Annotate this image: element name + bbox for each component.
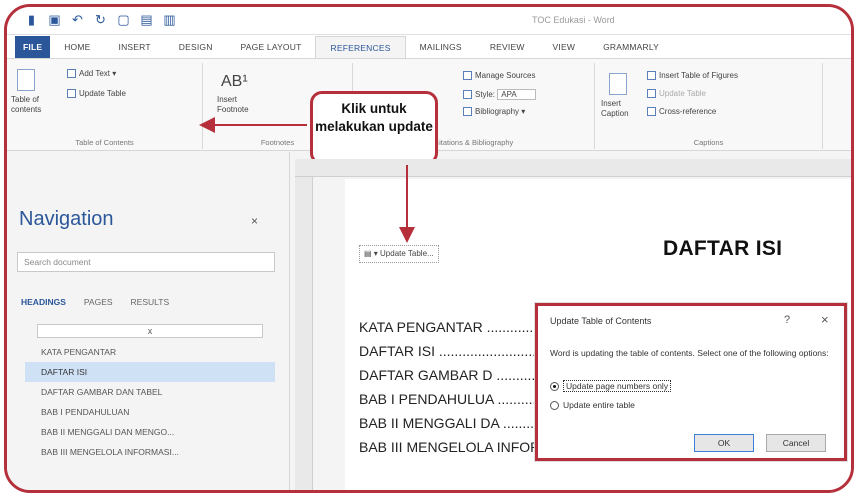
save-icon[interactable]: ▣	[48, 13, 61, 26]
bibliography-button[interactable]: Bibliography ▾	[463, 107, 525, 117]
radio-selected-icon[interactable]	[550, 381, 559, 391]
update-table-button[interactable]: Update Table	[67, 89, 126, 99]
dialog-message: Word is updating the table of contents. …	[550, 348, 829, 358]
redo-icon[interactable]: ↻	[94, 13, 107, 26]
list-item[interactable]: BAB I PENDAHULUAN	[25, 402, 275, 422]
group-label-captions: Captions	[693, 138, 724, 147]
tab-file[interactable]: FILE	[15, 36, 51, 58]
vertical-ruler	[295, 177, 313, 490]
style-icon	[463, 90, 472, 100]
manage-sources-icon	[463, 71, 472, 81]
navigation-pane: Navigation × Search document HEADINGS PA…	[7, 152, 290, 490]
tab-review[interactable]: REVIEW	[476, 36, 539, 58]
list-item[interactable]: BAB II MENGGALI DAN MENGO...	[25, 422, 275, 442]
heading-list: KATA PENGANTAR DAFTAR ISI DAFTAR GAMBAR …	[25, 342, 275, 462]
ribbon-tabs: FILE HOME INSERT DESIGN PAGE LAYOUT REFE…	[7, 35, 851, 59]
insert-table-of-figures-button[interactable]: Insert Table of Figures	[647, 71, 738, 81]
window-title: TOC Edukasi - Word	[532, 15, 615, 25]
cancel-button[interactable]: Cancel	[766, 434, 826, 452]
word-icon: ▮	[27, 12, 36, 27]
update-toc-dialog: Update Table of Contents ? × Word is upd…	[535, 303, 847, 461]
navigation-title: Navigation	[19, 208, 114, 230]
title-bar: ▮ ▣ ↶ ↻ ▢ ▤ ▥ TOC Edukasi - Word	[7, 7, 851, 35]
add-text-button[interactable]: Add Text ▾	[67, 69, 116, 79]
list-item[interactable]: BAB III MENGELOLA INFORMASI...	[25, 442, 275, 462]
table-of-contents-icon	[17, 69, 35, 91]
update-table-icon	[67, 89, 76, 99]
tab-mailings[interactable]: MAILINGS	[406, 36, 476, 58]
group-captions: Insert Caption Insert Table of Figures U…	[595, 63, 823, 149]
print-icon[interactable]: ▤	[140, 13, 153, 26]
option-entire-table[interactable]: Update entire table	[550, 400, 635, 410]
tab-design[interactable]: DESIGN	[165, 36, 227, 58]
bibliography-icon	[463, 107, 472, 117]
update-table-captions-button[interactable]: Update Table	[647, 89, 706, 99]
preview-icon[interactable]: ▥	[163, 13, 176, 26]
callout-box: Klik untuk melakukan update	[310, 91, 438, 165]
add-text-icon	[67, 69, 76, 79]
list-item[interactable]: KATA PENGANTAR	[25, 342, 275, 362]
insert-footnote-icon: AB¹	[221, 73, 248, 90]
option-page-numbers[interactable]: Update page numbers only	[550, 380, 672, 392]
close-icon[interactable]: ×	[251, 214, 258, 228]
tab-home[interactable]: HOME	[50, 36, 104, 58]
tab-page-layout[interactable]: PAGE LAYOUT	[227, 36, 316, 58]
update-table-icon	[647, 89, 656, 99]
insert-caption-button[interactable]: Insert Caption	[601, 99, 637, 119]
style-selector[interactable]: Style: APA	[463, 89, 536, 100]
navigation-tabs: HEADINGS PAGES RESULTS	[21, 297, 169, 307]
table-of-figures-icon	[647, 71, 656, 81]
quick-access-toolbar: ▮ ▣ ↶ ↻ ▢ ▤ ▥	[25, 13, 176, 26]
tab-references[interactable]: REFERENCES	[315, 36, 406, 58]
insert-footnote-button[interactable]: Insert Footnote	[217, 95, 261, 115]
tab-view[interactable]: VIEW	[539, 36, 590, 58]
search-input[interactable]: Search document	[17, 252, 275, 272]
tab-headings[interactable]: HEADINGS	[21, 297, 66, 307]
group-table-of-contents: Table of contents Add Text ▾ Update Tabl…	[7, 63, 203, 149]
toc-menu-icon: ▤ ▾	[364, 249, 381, 258]
table-of-contents-button[interactable]: Table of contents	[11, 95, 51, 115]
tab-pages[interactable]: PAGES	[84, 297, 113, 307]
cross-reference-button[interactable]: Cross-reference	[647, 107, 716, 117]
close-icon[interactable]: ×	[821, 312, 829, 327]
manage-sources-button[interactable]: Manage Sources	[463, 71, 535, 81]
insert-caption-icon	[609, 73, 627, 95]
horizontal-ruler	[295, 159, 851, 177]
tab-grammarly[interactable]: GRAMMARLY	[589, 36, 673, 58]
ok-button[interactable]: OK	[694, 434, 754, 452]
dialog-title: Update Table of Contents	[550, 316, 652, 326]
document-heading: DAFTAR ISI	[663, 237, 783, 260]
list-item[interactable]: DAFTAR ISI	[25, 362, 275, 382]
tab-insert[interactable]: INSERT	[105, 36, 165, 58]
list-item[interactable]: DAFTAR GAMBAR DAN TABEL	[25, 382, 275, 402]
cross-reference-icon	[647, 107, 656, 117]
heading-filter[interactable]: x	[37, 324, 263, 338]
toc-update-tool[interactable]: ▤ ▾ Update Table...	[359, 245, 439, 263]
tab-results[interactable]: RESULTS	[131, 297, 170, 307]
new-document-icon[interactable]: ▢	[117, 13, 130, 26]
undo-icon[interactable]: ↶	[71, 13, 84, 26]
help-icon[interactable]: ?	[784, 314, 790, 326]
screenshot-frame: ▮ ▣ ↶ ↻ ▢ ▤ ▥ TOC Edukasi - Word FILE HO…	[4, 4, 854, 493]
group-label-toc: Table of Contents	[75, 138, 134, 147]
radio-icon[interactable]	[550, 400, 559, 410]
